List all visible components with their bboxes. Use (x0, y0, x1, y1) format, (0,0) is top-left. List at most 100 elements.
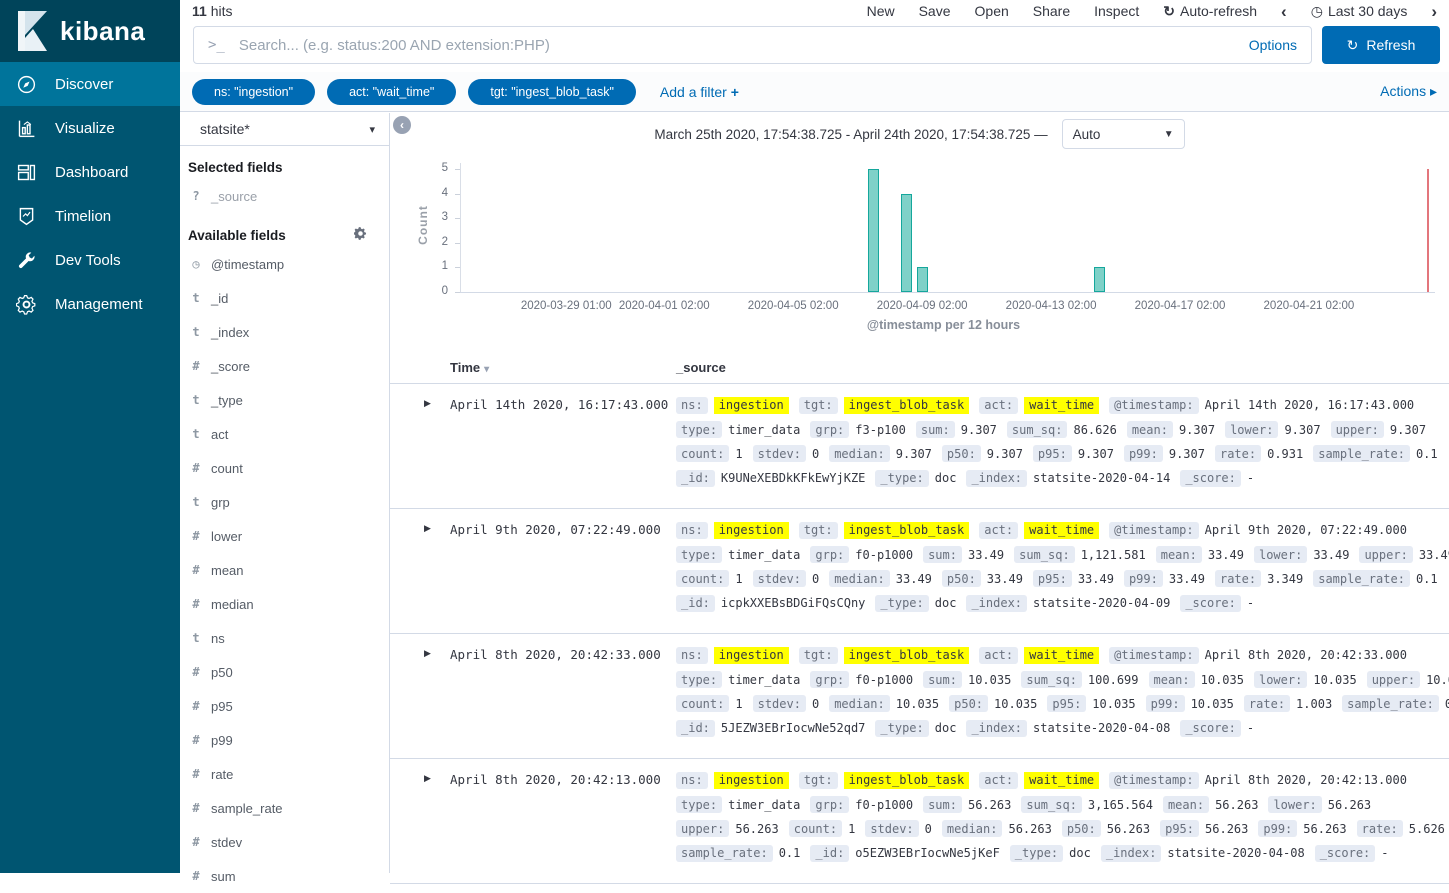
menu-share[interactable]: Share (1033, 3, 1070, 19)
gear-icon (16, 294, 37, 315)
field-stdev[interactable]: #stdev (180, 825, 389, 859)
options-link[interactable]: Options (1249, 37, 1297, 53)
field--score[interactable]: #_score (180, 349, 389, 383)
time-range-button[interactable]: ◷Last 30 days (1311, 3, 1408, 20)
field-badge: _id: (676, 470, 715, 487)
nav-item-management[interactable]: Management (0, 282, 180, 326)
field-type-icon: # (190, 597, 202, 611)
histogram-chart: Count @timestamp per 12 hours 0123452020… (390, 113, 1449, 343)
filter-pill[interactable]: act: "wait_time" (327, 79, 456, 105)
field-value: - (1247, 721, 1254, 735)
field-badge: _index: (966, 470, 1027, 487)
menu-save[interactable]: Save (919, 3, 951, 19)
menu-new[interactable]: New (867, 3, 895, 19)
field-name: sum (211, 869, 236, 884)
filter-pill[interactable]: tgt: "ingest_blob_task" (468, 79, 636, 105)
expand-toggle-icon[interactable]: ▶ (424, 398, 431, 409)
field--source[interactable]: ?_source (180, 179, 389, 213)
field-badge: _id: (676, 595, 715, 612)
field-badge: p50: (942, 445, 981, 462)
field-type-icon: t (190, 393, 202, 407)
field-ns[interactable]: tns (180, 621, 389, 655)
time-forward-button[interactable]: › (1431, 3, 1437, 20)
field-badge: act: (979, 647, 1018, 664)
expand-toggle-icon[interactable]: ▶ (424, 648, 431, 659)
field--index[interactable]: t_index (180, 315, 389, 349)
field-value: 0.1 (779, 846, 801, 860)
field-badge: tgt: (799, 772, 838, 789)
field-mean[interactable]: #mean (180, 553, 389, 587)
field-badge: upper: (676, 820, 729, 837)
field-badge: type: (676, 671, 722, 688)
field-sample-rate[interactable]: #sample_rate (180, 791, 389, 825)
field-value: doc (935, 721, 957, 735)
doc-source: ns:ingestiontgt:ingest_blob_taskact:wait… (676, 518, 1439, 616)
time-back-button[interactable]: ‹ (1281, 3, 1287, 20)
histogram-bar[interactable] (1094, 267, 1105, 292)
x-tick-label: 2020-04-13 02:00 (986, 300, 1116, 312)
field-badge: ns: (676, 772, 708, 789)
expand-toggle-icon[interactable]: ▶ (424, 523, 431, 534)
field-sum[interactable]: # sum (180, 859, 389, 893)
nav-item-timelion[interactable]: Timelion (0, 194, 180, 238)
field-p99[interactable]: #p99 (180, 723, 389, 757)
field-lower[interactable]: #lower (180, 519, 389, 553)
column-header-time[interactable]: Time▾ (450, 360, 489, 375)
field-value: statsite-2020-04-09 (1033, 596, 1170, 610)
kibana-logo[interactable]: kibana (0, 0, 180, 62)
field-value: April 8th 2020, 20:42:13.000 (1205, 773, 1407, 787)
index-pattern-selector[interactable]: statsite* ▾ (180, 113, 389, 146)
nav-item-discover[interactable]: Discover (0, 62, 180, 106)
doc-time: April 8th 2020, 20:42:33.000 (450, 647, 661, 662)
field-badge: @timestamp: (1109, 522, 1198, 539)
field-badge: p99: (1146, 695, 1185, 712)
field-median[interactable]: #median (180, 587, 389, 621)
filter-pill[interactable]: ns: "ingestion" (192, 79, 315, 105)
column-header-source[interactable]: _source (676, 360, 726, 375)
menu-inspect[interactable]: Inspect (1094, 3, 1139, 19)
field-value: 9.307 (1078, 447, 1114, 461)
expand-toggle-icon[interactable]: ▶ (424, 773, 431, 784)
field-value: 0.1 (1416, 447, 1438, 461)
field--timestamp[interactable]: ◷@timestamp (180, 247, 389, 281)
field-value: 56.263 (1303, 822, 1346, 836)
highlighted-value: ingestion (714, 647, 789, 664)
actions-link[interactable]: Actions ▸ (1380, 83, 1437, 100)
field-value: 1 (735, 572, 742, 586)
doc-row: ▶April 14th 2020, 16:17:43.000ns:ingesti… (390, 384, 1449, 509)
field-value: 86.626 (1073, 423, 1116, 437)
highlighted-value: ingestion (714, 397, 789, 414)
histogram-bar[interactable] (868, 169, 879, 292)
field--type[interactable]: t_type (180, 383, 389, 417)
nav-item-visualize[interactable]: Visualize (0, 106, 180, 150)
field-rate[interactable]: #rate (180, 757, 389, 791)
refresh-button[interactable]: ↻ Refresh (1322, 26, 1440, 64)
auto-refresh-button[interactable]: ↻Auto-refresh (1163, 3, 1257, 20)
add-filter-button[interactable]: Add a filter + (660, 84, 739, 100)
field-grp[interactable]: tgrp (180, 485, 389, 519)
field-value: 9.307 (896, 447, 932, 461)
documents-table: Time▾ _source ▶April 14th 2020, 16:17:43… (390, 356, 1449, 873)
field-settings-gear-icon[interactable] (354, 227, 367, 243)
field-act[interactable]: tact (180, 417, 389, 451)
field--id[interactable]: t_id (180, 281, 389, 315)
field-p50[interactable]: #p50 (180, 655, 389, 689)
histogram-bar[interactable] (917, 267, 928, 292)
field-value: 0 (925, 822, 932, 836)
search-input[interactable] (239, 37, 1249, 54)
nav-item-label: Management (55, 296, 143, 313)
y-tick-label: 0 (418, 285, 448, 297)
y-tick-mark (455, 267, 460, 268)
field-p95[interactable]: #p95 (180, 689, 389, 723)
field-badge: sum_sq: (1014, 546, 1075, 563)
menu-open[interactable]: Open (975, 3, 1009, 19)
nav-item-dev-tools[interactable]: Dev Tools (0, 238, 180, 282)
field-count[interactable]: #count (180, 451, 389, 485)
field-type-icon: # (190, 869, 202, 883)
field-value: 3.349 (1267, 572, 1303, 586)
field-value: 56.263 (1008, 822, 1051, 836)
nav-item-dashboard[interactable]: Dashboard (0, 150, 180, 194)
field-badge: sum_sq: (1021, 671, 1082, 688)
field-value: 0.1 (1416, 572, 1438, 586)
histogram-bar[interactable] (901, 194, 912, 292)
